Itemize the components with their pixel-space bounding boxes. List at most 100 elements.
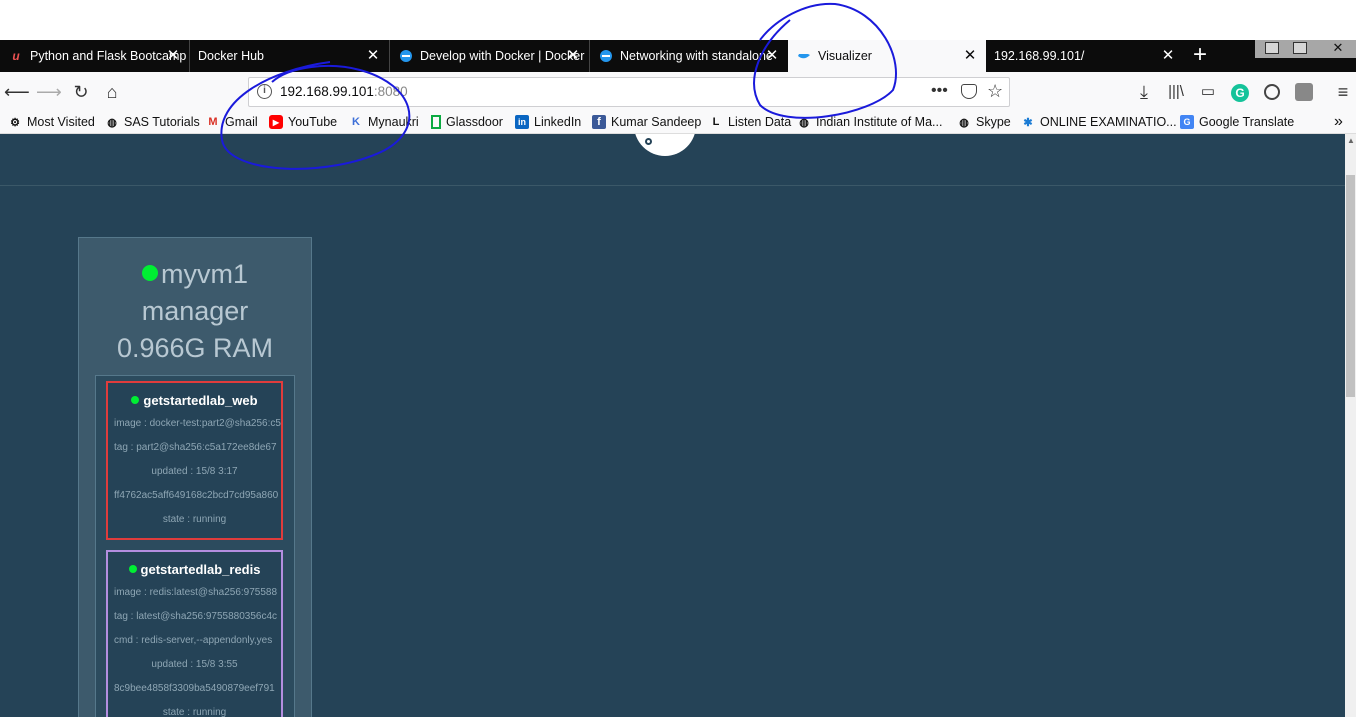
new-tab-icon[interactable]: + bbox=[1186, 42, 1214, 70]
download-icon[interactable]: ⤓ bbox=[1132, 80, 1156, 104]
bookmark-label: Gmail bbox=[225, 115, 258, 129]
menu-icon[interactable]: ≡ bbox=[1331, 80, 1355, 104]
bookmark-iim[interactable]: ◍ Indian Institute of Ma... bbox=[797, 115, 942, 129]
exam-icon: ✱ bbox=[1023, 116, 1033, 129]
bookmark-label: ONLINE EXAMINATIO... bbox=[1040, 115, 1177, 129]
bookmark-sas-tutorials[interactable]: ◍ SAS Tutorials bbox=[105, 115, 200, 129]
tab-docker-hub[interactable]: Docker Hub ✕ bbox=[190, 40, 390, 72]
url-host: 192.168.99.101 bbox=[280, 84, 374, 99]
bookmark-label: SAS Tutorials bbox=[124, 115, 200, 129]
globe-icon: ◍ bbox=[107, 116, 117, 129]
address-bar[interactable]: i 192.168.99.101:8080 ••• ☆ bbox=[248, 77, 1010, 107]
close-icon[interactable]: ✕ bbox=[365, 48, 381, 64]
docker-icon bbox=[796, 48, 812, 64]
task-id: 8c9bee4858f3309ba5490879eef791 bbox=[114, 683, 275, 694]
naukri-icon: K bbox=[352, 116, 360, 128]
bookmark-label: Kumar Sandeep bbox=[611, 115, 702, 129]
status-dot bbox=[128, 565, 137, 573]
bookmark-youtube[interactable]: ▶ YouTube bbox=[269, 115, 337, 129]
node-role: manager bbox=[141, 296, 249, 326]
scroll-up-icon[interactable]: ▲ bbox=[1347, 136, 1355, 145]
tab-visualizer[interactable]: Visualizer ✕ bbox=[788, 40, 986, 72]
node-ram: 0.966G RAM bbox=[116, 333, 274, 363]
vertical-scrollbar[interactable]: ▲ bbox=[1345, 134, 1356, 717]
udemy-icon: u bbox=[12, 49, 20, 63]
close-window-icon[interactable]: ✕ bbox=[1323, 40, 1353, 56]
tab-label: Docker Hub bbox=[198, 49, 264, 63]
forward-icon[interactable]: ⟶ bbox=[36, 80, 62, 104]
close-icon[interactable]: ✕ bbox=[962, 48, 978, 64]
bookmark-label: Most Visited bbox=[27, 115, 95, 129]
logo-dot bbox=[645, 138, 652, 145]
page-actions-icon[interactable]: ••• bbox=[931, 82, 948, 100]
info-icon[interactable]: i bbox=[257, 84, 272, 99]
close-icon[interactable]: ✕ bbox=[764, 48, 780, 64]
bookmark-google-translate[interactable]: G Google Translate bbox=[1180, 115, 1294, 129]
bookmark-label: LinkedIn bbox=[534, 115, 582, 129]
bookmark-most-visited[interactable]: ⚙ Most Visited bbox=[8, 115, 95, 129]
url-port: :8080 bbox=[373, 84, 408, 99]
maximize-icon[interactable] bbox=[1293, 42, 1307, 54]
tab-label: 192.168.99.101/ bbox=[994, 49, 1085, 63]
status-dot bbox=[131, 396, 140, 404]
bookmark-glassdoor[interactable]: Glassdoor bbox=[431, 115, 503, 129]
header-divider bbox=[0, 185, 1345, 186]
tab-networking[interactable]: Networking with standalone ✕ bbox=[590, 40, 788, 72]
tab-label: Networking with standalone bbox=[620, 49, 773, 63]
tab-develop-with-docker[interactable]: Develop with Docker | Docker ✕ bbox=[390, 40, 590, 72]
task-image: image : redis:latest@sha256:975588 bbox=[114, 587, 278, 598]
grammarly-icon[interactable]: G bbox=[1231, 84, 1249, 102]
gmail-icon: M bbox=[208, 116, 218, 128]
bookmark-label: Listen Data bbox=[728, 115, 792, 129]
docker-icon bbox=[598, 48, 614, 64]
youtube-icon: ▶ bbox=[269, 115, 283, 129]
status-dot bbox=[142, 265, 158, 281]
tab-python-flask[interactable]: u Python and Flask Bootcamp ✕ bbox=[0, 40, 190, 72]
overflow-chevron-icon[interactable]: » bbox=[1334, 113, 1343, 131]
task-image: image : docker-test:part2@sha256:c5 bbox=[114, 418, 281, 429]
close-icon[interactable]: ✕ bbox=[565, 48, 581, 64]
reload-icon[interactable]: ↻ bbox=[69, 80, 93, 104]
url-text: 192.168.99.101:8080 bbox=[280, 84, 408, 99]
bookmark-online-exam[interactable]: ✱ ONLINE EXAMINATIO... bbox=[1021, 115, 1177, 129]
task-tag: tag : latest@sha256:9755880356c4c bbox=[114, 611, 278, 622]
task-card-web[interactable]: getstartedlab_web image : docker-test:pa… bbox=[106, 381, 283, 540]
back-icon[interactable]: ⟵ bbox=[4, 80, 30, 104]
account-icon[interactable] bbox=[1264, 84, 1280, 100]
linkedin-icon: in bbox=[515, 115, 529, 129]
task-tag: tag : part2@sha256:c5a172ee8de67 bbox=[114, 442, 277, 453]
bookmark-mynaukri[interactable]: K Mynaukri bbox=[349, 115, 419, 129]
library-icon[interactable]: |||\ bbox=[1164, 80, 1188, 104]
bookmarks-bar: ⚙ Most Visited ◍ SAS Tutorials M Gmail ▶ You… bbox=[0, 112, 1356, 134]
node-name-line: myvm1 bbox=[79, 256, 311, 293]
task-name-line: getstartedlab_redis bbox=[108, 562, 281, 577]
gear-icon: ⚙ bbox=[10, 116, 20, 129]
task-card-redis[interactable]: getstartedlab_redis image : redis:latest… bbox=[106, 550, 283, 717]
scroll-thumb[interactable] bbox=[1346, 175, 1355, 397]
close-icon[interactable]: ✕ bbox=[1160, 48, 1176, 64]
task-updated: updated : 15/8 3:55 bbox=[151, 659, 238, 670]
pocket-icon[interactable] bbox=[961, 84, 977, 99]
task-updated: updated : 15/8 3:17 bbox=[151, 466, 238, 477]
tab-192-168[interactable]: 192.168.99.101/ ✕ bbox=[986, 40, 1184, 72]
sidebar-icon[interactable]: ▭ bbox=[1196, 80, 1220, 104]
minimize-icon[interactable] bbox=[1265, 42, 1279, 54]
bookmark-linkedin[interactable]: in LinkedIn bbox=[515, 115, 581, 129]
globe-icon: ◍ bbox=[959, 116, 969, 129]
tab-label: Develop with Docker | Docker bbox=[420, 49, 585, 63]
home-icon[interactable]: ⌂ bbox=[100, 80, 124, 104]
title-area bbox=[0, 0, 1356, 40]
logo-disc bbox=[634, 134, 696, 156]
close-icon[interactable]: ✕ bbox=[165, 48, 181, 64]
extension-icon[interactable] bbox=[1295, 83, 1313, 101]
bookmark-kumar-sandeep[interactable]: f Kumar Sandeep bbox=[592, 115, 701, 129]
navigation-bar: ⟵ ⟶ ↻ ⌂ i 192.168.99.101:8080 ••• ☆ ⤓ ||… bbox=[0, 72, 1356, 112]
bookmark-label: YouTube bbox=[288, 115, 338, 129]
globe-icon: ◍ bbox=[799, 116, 809, 129]
bookmark-skype[interactable]: ◍ Skype bbox=[957, 115, 1011, 129]
task-state: state : running bbox=[162, 707, 227, 717]
bookmark-star-icon[interactable]: ☆ bbox=[987, 81, 1003, 102]
bookmark-gmail[interactable]: M Gmail bbox=[206, 115, 258, 129]
bookmark-listen-data[interactable]: L Listen Data bbox=[709, 115, 792, 129]
tab-strip: u Python and Flask Bootcamp ✕ Docker Hub… bbox=[0, 40, 1356, 72]
